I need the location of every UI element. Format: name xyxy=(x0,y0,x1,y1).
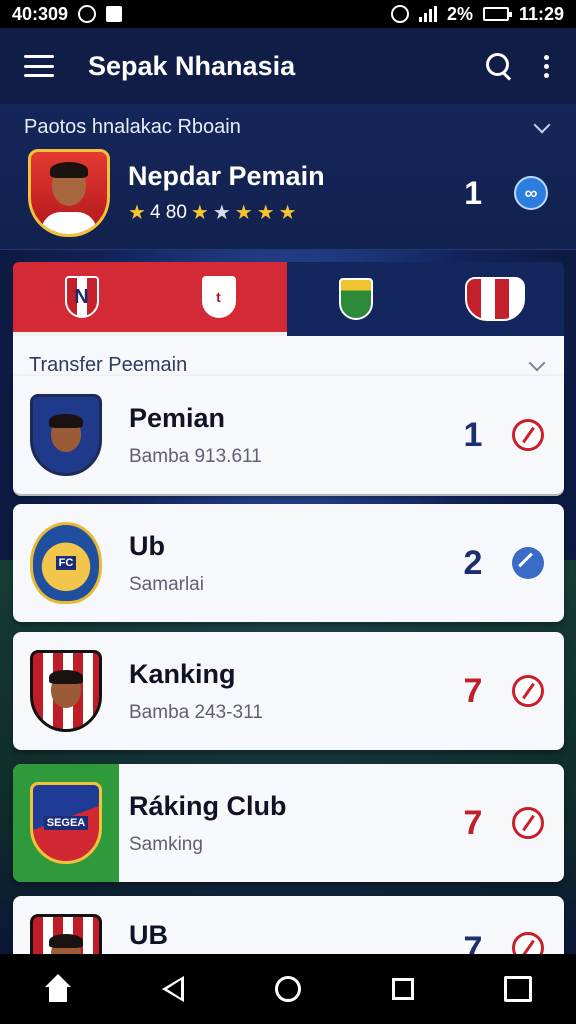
alarm-icon xyxy=(390,5,409,23)
item-title: Kanking xyxy=(129,658,236,689)
system-nav-bar xyxy=(0,954,576,1024)
app-bar: Sepak Nhanasia xyxy=(0,28,576,104)
status-time-left: 40:309 xyxy=(12,3,69,24)
back-button[interactable] xyxy=(153,969,193,1009)
item-rank: 1 xyxy=(463,415,483,454)
club-tabs: N t xyxy=(13,262,564,336)
signal-icon xyxy=(418,6,437,22)
item-subtitle: Samking xyxy=(129,833,203,855)
star-icon: ★ xyxy=(234,202,253,224)
player-avatar xyxy=(30,394,102,476)
item-rank: 7 xyxy=(463,803,483,842)
club-crest-icon: SEGEA xyxy=(30,782,102,864)
item-title: UB xyxy=(129,920,168,950)
player-avatar xyxy=(28,149,110,237)
list-header-title: Transfer Peemain xyxy=(29,354,188,376)
recents-button[interactable] xyxy=(383,969,423,1009)
item-rank: 2 xyxy=(463,543,483,582)
search-icon[interactable] xyxy=(484,51,514,81)
status-clock: 11:29 xyxy=(518,3,564,24)
recents-icon xyxy=(392,978,415,1000)
club-crest-icon xyxy=(464,277,525,321)
notification-square-icon xyxy=(106,6,123,22)
item-title: Ub xyxy=(129,530,165,561)
club-crest-icon xyxy=(30,650,102,732)
home-circle-icon xyxy=(274,976,301,1002)
edit-icon[interactable] xyxy=(512,419,544,451)
item-subtitle: Bamba 243-311 xyxy=(129,701,263,723)
star-icon: ★ xyxy=(128,202,146,224)
list-item[interactable]: SEGEA Ráking Club Samking 7 xyxy=(13,764,564,882)
apps-icon xyxy=(504,976,533,1002)
featured-player-card[interactable]: Nepdar Pemain ★ 4 80 ★ ★ ★ ★ ★ 1 ∞ xyxy=(28,148,548,238)
item-subtitle: Samarlai xyxy=(129,573,204,595)
tab-club-3[interactable] xyxy=(287,262,426,336)
player-rank: 1 xyxy=(464,174,482,211)
featured-section: Paotos hnalakac Rboain Nepdar Pemain ★ 4… xyxy=(0,104,576,250)
home-button[interactable] xyxy=(38,969,78,1009)
battery-icon xyxy=(482,7,512,21)
active-tab-group: N t xyxy=(13,262,287,336)
item-subtitle: Bamba 913.611 xyxy=(129,445,262,467)
app-title: Sepak Nhanasia xyxy=(88,50,296,81)
club-crest-icon: t xyxy=(201,276,236,318)
apps-button[interactable] xyxy=(498,969,538,1009)
tab-club-4[interactable] xyxy=(426,262,565,336)
club-crest-icon xyxy=(339,278,374,320)
battery-percent: 2% xyxy=(446,3,473,24)
list-item[interactable]: Pemian Bamba 913.611 1 xyxy=(13,376,564,494)
item-rank: 7 xyxy=(463,671,483,710)
home-circle-button[interactable] xyxy=(268,969,308,1009)
chevron-down-icon[interactable] xyxy=(533,116,551,133)
edit-icon[interactable] xyxy=(512,547,544,579)
star-icon: ★ xyxy=(190,202,209,224)
list-item[interactable]: Kanking Bamba 243-311 7 xyxy=(13,632,564,750)
rating-text: 4 80 xyxy=(149,201,187,223)
player-name: Nepdar Pemain xyxy=(128,161,325,191)
chevron-down-icon[interactable] xyxy=(528,354,546,371)
player-rating: ★ 4 80 ★ ★ ★ ★ ★ xyxy=(128,200,464,225)
star-icon: ★ xyxy=(256,202,275,224)
list-item[interactable]: FC Ub Samarlai 2 xyxy=(13,504,564,622)
club-crest-icon: N xyxy=(64,276,99,318)
star-icon: ★ xyxy=(212,202,231,224)
status-bar: 40:309 2% 11:29 xyxy=(0,0,576,28)
more-options-icon[interactable] xyxy=(544,54,552,78)
menu-icon[interactable] xyxy=(24,55,54,77)
edit-icon[interactable] xyxy=(512,807,544,839)
tab-club-2[interactable]: t xyxy=(150,262,287,332)
edit-icon[interactable] xyxy=(512,675,544,707)
tab-club-1[interactable]: N xyxy=(13,262,150,332)
link-icon[interactable]: ∞ xyxy=(514,176,548,210)
list-header[interactable]: Transfer Peemain xyxy=(29,354,549,377)
notification-icon xyxy=(78,5,97,23)
item-title: Ráking Club xyxy=(129,790,287,821)
featured-section-label: Paotos hnalakac Rboain xyxy=(24,116,241,138)
back-icon xyxy=(161,976,184,1002)
item-title: Pemian xyxy=(129,402,226,433)
star-icon: ★ xyxy=(278,202,297,224)
featured-header[interactable]: Paotos hnalakac Rboain xyxy=(24,116,554,139)
home-icon xyxy=(41,974,75,1004)
club-crest-icon: FC xyxy=(30,522,102,604)
